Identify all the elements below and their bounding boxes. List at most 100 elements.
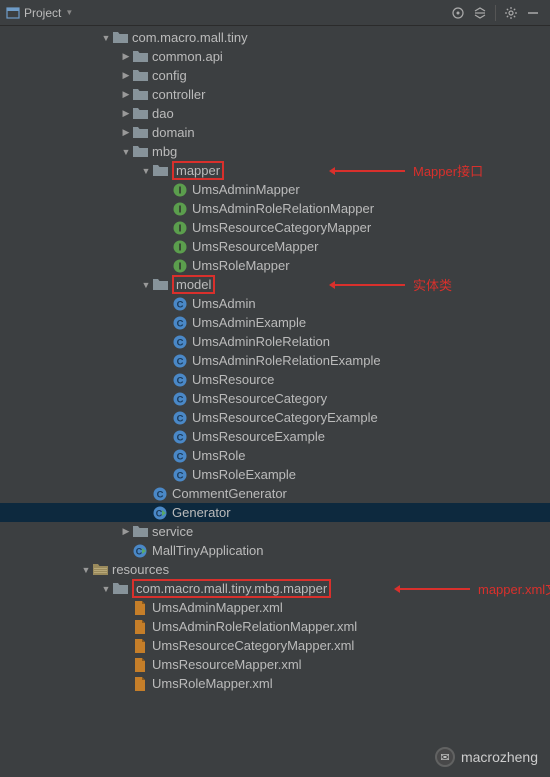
svg-text:C: C [156,508,163,518]
tree-item-label: UmsResourceMapper [192,239,318,254]
folder-icon [132,125,148,141]
tree-row[interactable]: CUmsAdmin [0,294,550,313]
svg-text:C: C [177,337,184,348]
tree-row[interactable]: CUmsAdminRoleRelationExample [0,351,550,370]
tree-row[interactable]: ▶ service [0,522,550,541]
annotation: mapper.xml文件 [400,579,550,598]
tree-row[interactable]: ▼ resources [0,560,550,579]
svg-text:C: C [177,413,184,424]
tree-item-label: mbg [152,144,177,159]
tree-item-label: UmsAdminMapper [192,182,300,197]
tree-row[interactable]: ▶config [0,66,550,85]
expand-arrow-down-icon[interactable]: ▼ [80,565,92,575]
tree-item-label: UmsRoleExample [192,467,296,482]
tree-row[interactable]: CUmsResource [0,370,550,389]
tree-row[interactable]: UmsAdminMapper.xml [0,598,550,617]
svg-text:I: I [179,261,182,272]
folder-icon [132,144,148,160]
folder-icon [112,30,128,46]
tree-row[interactable]: UmsAdminRoleRelationMapper.xml [0,617,550,636]
gear-icon[interactable] [500,2,522,24]
tree-item-label: MallTinyApplication [152,543,264,558]
xml-icon [132,638,148,654]
tree-row[interactable]: ▶dao [0,104,550,123]
svg-text:C: C [157,489,164,500]
tree-row[interactable]: UmsResourceMapper.xml [0,655,550,674]
svg-text:I: I [179,204,182,215]
tree-item-label: UmsResourceMapper.xml [152,657,302,672]
collapse-icon[interactable] [469,2,491,24]
expand-arrow-right-icon[interactable]: ▶ [120,51,132,62]
class-icon: C [172,372,188,388]
tree-row[interactable]: C UmsResourceCategoryExample [0,408,550,427]
tree-item-label: resources [112,562,169,577]
tree-item-label: common.api [152,49,223,64]
tree-row[interactable]: ▼com.macro.mall.tiny.mbg.mappermapper.xm… [0,579,550,598]
tree-row[interactable]: I UmsResourceMapper [0,237,550,256]
folder-icon [132,49,148,65]
tree-row[interactable]: ▼ mbg [0,142,550,161]
tree-row[interactable]: ▶ common.api [0,47,550,66]
tree-row[interactable]: CUmsResourceExample [0,427,550,446]
svg-text:C: C [177,470,184,481]
interface-icon: I [172,182,188,198]
tree-item-label: UmsResourceCategoryExample [192,410,378,425]
tree-row[interactable]: ▶ controller [0,85,550,104]
tree-item-label: UmsAdminRoleRelationMapper.xml [152,619,357,634]
tree-item-label: Generator [172,505,231,520]
tree-item-label: UmsRoleMapper [192,258,290,273]
tree-row[interactable]: C UmsRoleExample [0,465,550,484]
expand-arrow-down-icon[interactable]: ▼ [100,584,112,594]
folder-icon [112,581,128,597]
tree-row[interactable]: C Generator [0,503,550,522]
tree-row[interactable]: UmsRoleMapper.xml [0,674,550,693]
annotation-text: mapper.xml文件 [478,579,550,598]
expand-arrow-down-icon[interactable]: ▼ [140,166,152,176]
expand-arrow-right-icon[interactable]: ▶ [120,70,132,81]
expand-arrow-right-icon[interactable]: ▶ [120,89,132,100]
svg-text:I: I [179,242,182,253]
project-tree[interactable]: ▼com.macro.mall.tiny▶common.api▶config▶c… [0,26,550,693]
tree-item-label: controller [152,87,205,102]
expand-arrow-right-icon[interactable]: ▶ [120,127,132,138]
tree-row[interactable]: UmsResourceCategoryMapper.xml [0,636,550,655]
tree-row[interactable]: CCommentGenerator [0,484,550,503]
panel-title: Project [24,6,61,20]
tree-item-label: mapper [172,161,224,180]
tree-row[interactable]: CUmsAdminExample [0,313,550,332]
tree-row[interactable]: CUmsResourceCategory [0,389,550,408]
tree-row[interactable]: I UmsRoleMapper [0,256,550,275]
class-icon: C [172,391,188,407]
folder-icon [152,277,168,293]
tree-row[interactable]: CUmsAdminRoleRelation [0,332,550,351]
class-icon: C [172,353,188,369]
annotation: Mapper接口 [335,161,483,180]
chevron-down-icon[interactable]: ▼ [65,8,73,17]
tree-row[interactable]: ▼model实体类 [0,275,550,294]
expand-arrow-right-icon[interactable]: ▶ [120,526,132,537]
minimize-icon[interactable] [522,2,544,24]
expand-arrow-down-icon[interactable]: ▼ [140,280,152,290]
tree-row[interactable]: CMallTinyApplication [0,541,550,560]
class-icon: C [152,486,168,502]
expand-arrow-down-icon[interactable]: ▼ [100,33,112,43]
tree-item-label: service [152,524,193,539]
tree-row[interactable]: ▼ mapper Mapper接口 [0,161,550,180]
target-icon[interactable] [447,2,469,24]
xml-icon [132,657,148,673]
panel-header: Project ▼ [0,0,550,26]
tree-row[interactable]: ▶ domain [0,123,550,142]
expand-arrow-right-icon[interactable]: ▶ [120,108,132,119]
wechat-icon: ✉ [435,747,455,767]
svg-text:I: I [179,185,182,196]
folder-icon [132,524,148,540]
tree-row[interactable]: IUmsResourceCategoryMapper [0,218,550,237]
tree-row[interactable]: ▼com.macro.mall.tiny [0,28,550,47]
folder-icon [152,163,168,179]
tree-row[interactable]: IUmsAdminRoleRelationMapper [0,199,550,218]
project-icon [6,6,20,20]
tree-row[interactable]: CUmsRole [0,446,550,465]
tree-item-label: domain [152,125,195,140]
tree-row[interactable]: I UmsAdminMapper [0,180,550,199]
expand-arrow-down-icon[interactable]: ▼ [120,147,132,157]
